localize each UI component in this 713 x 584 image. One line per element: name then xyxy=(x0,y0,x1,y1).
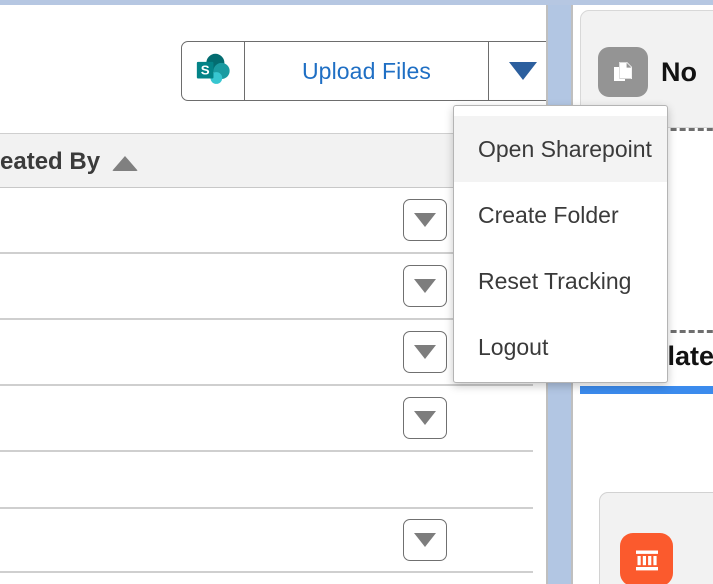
chevron-down-icon xyxy=(414,411,436,425)
menu-item-logout[interactable]: Logout xyxy=(454,314,667,380)
menu-item-open-sharepoint[interactable]: Open Sharepoint xyxy=(454,116,667,182)
table-row[interactable] xyxy=(0,573,533,584)
row-actions-dropdown[interactable] xyxy=(403,519,447,561)
menu-item-label: Logout xyxy=(478,334,548,361)
column-header-label: eated By xyxy=(0,148,100,176)
chevron-down-icon xyxy=(414,213,436,227)
row-actions-dropdown[interactable] xyxy=(403,331,447,373)
upload-files-dropdown-toggle[interactable] xyxy=(489,42,546,100)
upload-files-label: Upload Files xyxy=(302,58,431,85)
sharepoint-icon: S xyxy=(194,50,232,93)
menu-item-reset-tracking[interactable]: Reset Tracking xyxy=(454,248,667,314)
table-row[interactable] xyxy=(0,452,533,509)
row-actions-dropdown[interactable] xyxy=(403,397,447,439)
documents-copy-icon xyxy=(598,47,648,97)
menu-item-label: Open Sharepoint xyxy=(478,136,652,163)
menu-item-label: Reset Tracking xyxy=(478,268,631,295)
notes-title: No xyxy=(661,57,697,88)
chevron-down-icon xyxy=(509,62,537,80)
chevron-down-icon xyxy=(414,345,436,359)
table-row[interactable] xyxy=(0,509,533,573)
column-header-created-by[interactable]: eated By xyxy=(0,148,138,176)
bank-building-icon xyxy=(620,533,673,584)
svg-text:S: S xyxy=(201,62,210,77)
related-underline-accent xyxy=(580,386,713,394)
chevron-down-icon xyxy=(414,533,436,547)
menu-item-label: Create Folder xyxy=(478,202,619,229)
sharepoint-icon-button[interactable]: S xyxy=(182,42,245,100)
related-item-card[interactable] xyxy=(599,492,713,584)
upload-files-dropdown-menu[interactable]: Open Sharepoint Create Folder Reset Trac… xyxy=(453,105,668,383)
sort-ascending-icon[interactable] xyxy=(112,156,138,171)
notes-header-row: No xyxy=(598,47,697,97)
row-actions-dropdown[interactable] xyxy=(403,265,447,307)
table-row[interactable] xyxy=(0,386,533,452)
chevron-down-icon xyxy=(414,279,436,293)
row-actions-dropdown[interactable] xyxy=(403,199,447,241)
upload-files-split-button[interactable]: S Upload Files xyxy=(181,41,546,101)
menu-item-create-folder[interactable]: Create Folder xyxy=(454,182,667,248)
upload-files-button[interactable]: Upload Files xyxy=(245,42,489,100)
